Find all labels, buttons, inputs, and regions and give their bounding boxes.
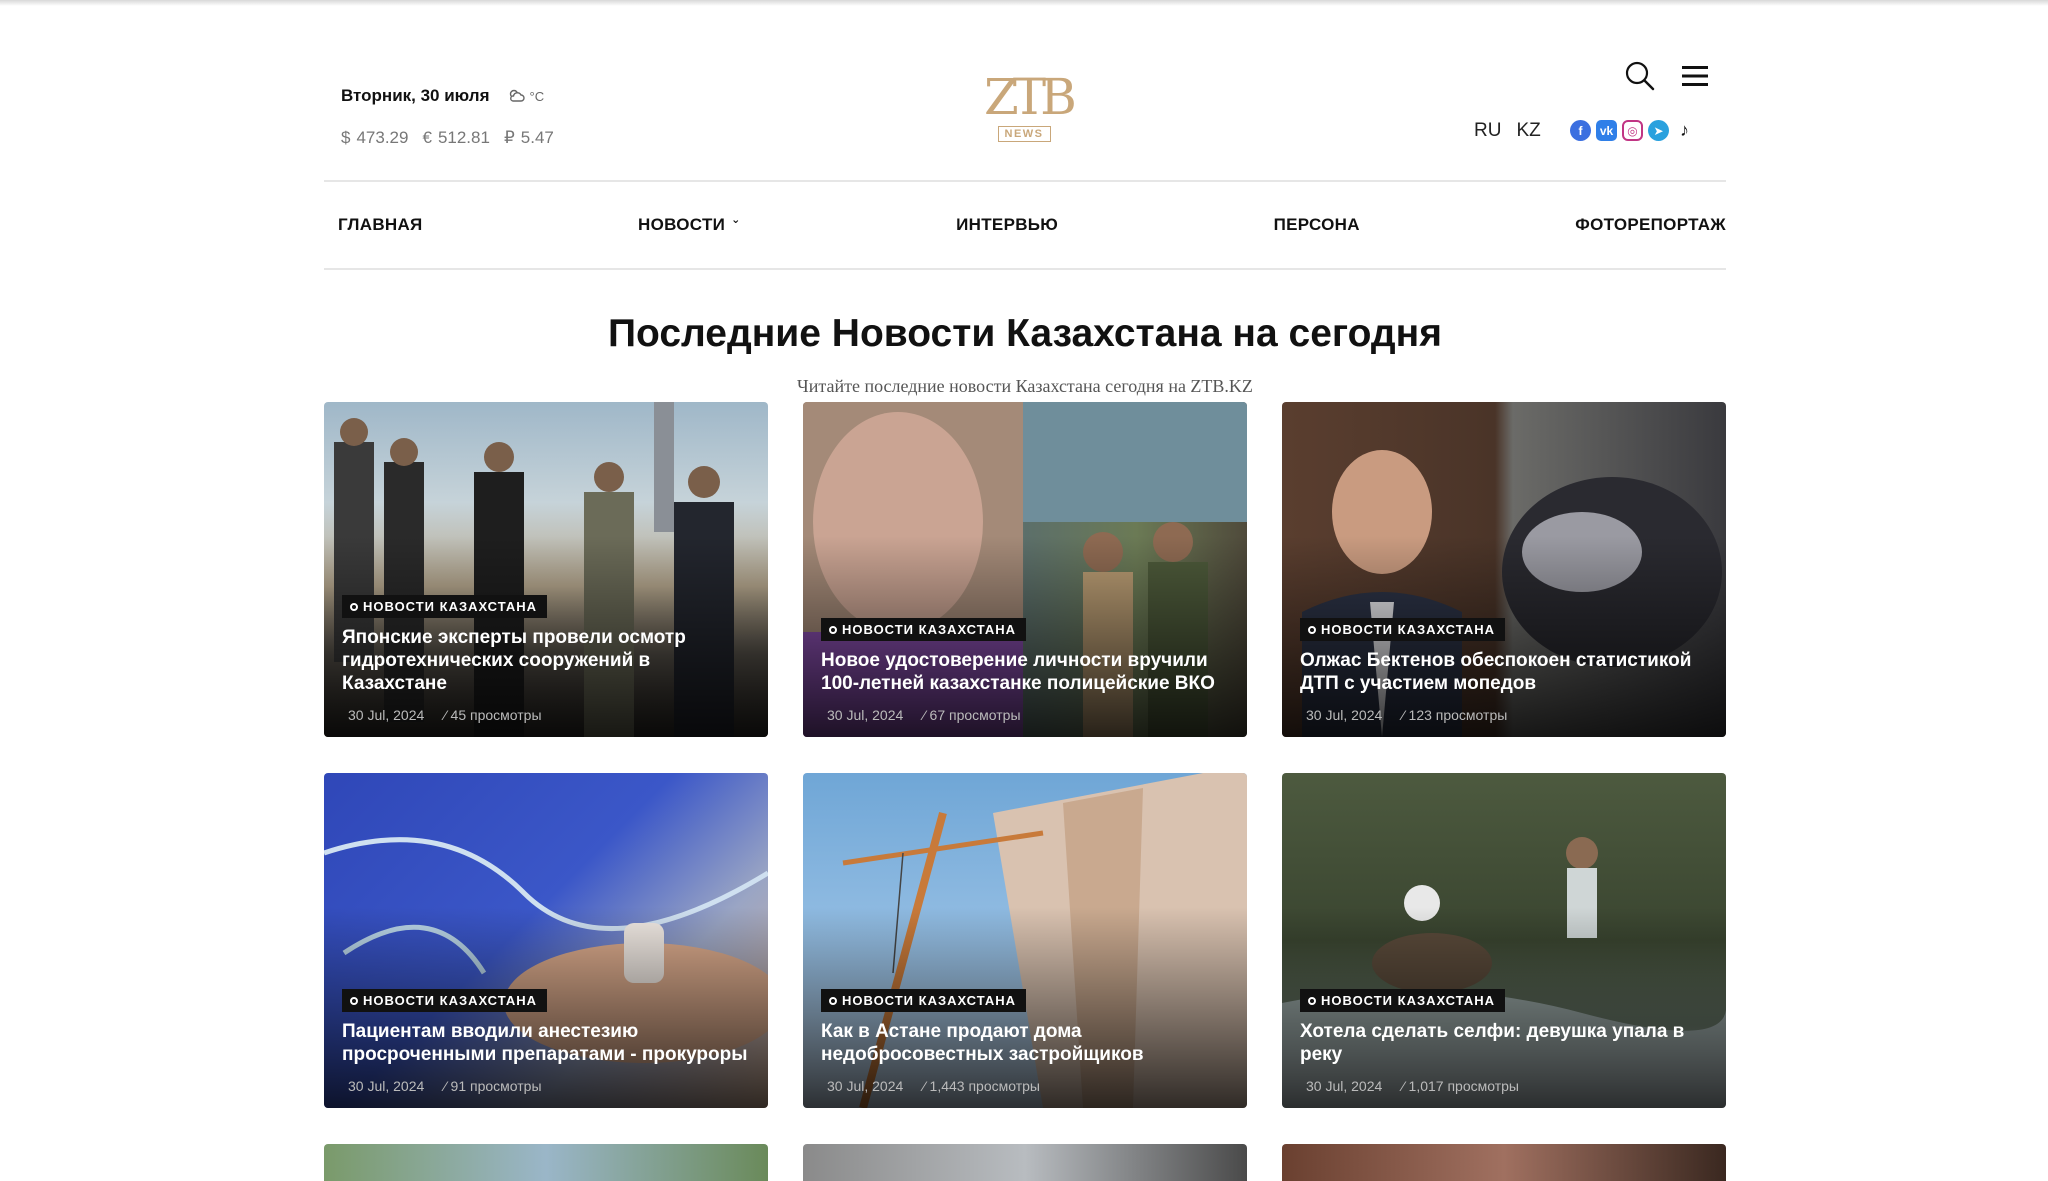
social-links: f vk ◎ ➤ ♪ [1570, 120, 1695, 141]
lang-ru[interactable]: RU [1474, 120, 1501, 142]
card-title[interactable]: Новое удостоверение личности вручили 100… [821, 649, 1229, 695]
card-meta: 30 Jul, 2024 ⁄ 1,443 просмотры [821, 1078, 1229, 1094]
header-actions [1624, 60, 1710, 97]
logo-mark: ZTB [984, 68, 1077, 126]
category-badge[interactable]: НОВОСТИ КАЗАХСТАНА [342, 989, 548, 1012]
category-badge[interactable]: НОВОСТИ КАЗАХСТАНА [342, 595, 548, 618]
card-date: 30 Jul, 2024 [348, 1078, 425, 1094]
news-card[interactable]: НОВОСТИ КАЗАХСТАНА Как в Астане продают … [803, 773, 1247, 1108]
card-views: ⁄ 91 просмотры [444, 1078, 542, 1094]
card-title[interactable]: Хотела сделать селфи: девушка упала в ре… [1300, 1020, 1708, 1066]
card-views: ⁄ 67 просмотры [923, 707, 1021, 723]
weather-widget: °C [508, 88, 545, 104]
card-date: 30 Jul, 2024 [1306, 707, 1383, 723]
chevron-down-icon: ⌄ [731, 213, 741, 226]
circle-icon [1308, 625, 1316, 634]
nav-item-photoreport[interactable]: ФОТОРЕПОРТАЖ [1575, 215, 1726, 235]
news-card-partial[interactable] [803, 1144, 1247, 1181]
telegram-icon[interactable]: ➤ [1648, 120, 1669, 141]
card-info: НОВОСТИ КАЗАХСТАНА Японские эксперты про… [342, 595, 750, 723]
currency-rates: $473.29 €512.81 ₽5.47 [341, 128, 554, 148]
card-meta: 30 Jul, 2024 ⁄ 1,017 просмотры [1300, 1078, 1708, 1094]
logo-sub: NEWS [997, 126, 1051, 142]
news-card-partial[interactable] [324, 1144, 768, 1181]
news-card[interactable]: НОВОСТИ КАЗАХСТАНА Пациентам вводили ане… [324, 773, 768, 1108]
card-info: НОВОСТИ КАЗАХСТАНА Как в Астане продают … [821, 989, 1229, 1094]
category-badge[interactable]: НОВОСТИ КАЗАХСТАНА [1300, 618, 1506, 641]
card-meta: 30 Jul, 2024 ⁄ 123 просмотры [1300, 707, 1708, 723]
current-date: Вторник, 30 июля [341, 86, 490, 105]
circle-icon [1308, 996, 1316, 1005]
menu-icon[interactable] [1680, 63, 1710, 94]
page-subtitle: Читайте последние новости Казахстана сег… [797, 376, 1253, 396]
card-info: НОВОСТИ КАЗАХСТАНА Олжас Бектенов обеспо… [1300, 618, 1708, 723]
card-title[interactable]: Как в Астане продают дома недобросовестн… [821, 1020, 1229, 1066]
card-date: 30 Jul, 2024 [348, 707, 425, 723]
search-icon[interactable] [1624, 60, 1656, 97]
card-views: ⁄ 1,017 просмотры [1402, 1078, 1519, 1094]
card-title[interactable]: Олжас Бектенов обеспокоен статистикой ДТ… [1300, 649, 1708, 695]
news-card[interactable]: НОВОСТИ КАЗАХСТАНА Олжас Бектенов обеспо… [1282, 402, 1726, 737]
card-views: ⁄ 1,443 просмотры [923, 1078, 1040, 1094]
card-title[interactable]: Пациентам вводили анестезию просроченным… [342, 1020, 750, 1066]
card-date: 30 Jul, 2024 [827, 1078, 904, 1094]
rate-eur: €512.81 [422, 128, 490, 147]
card-meta: 30 Jul, 2024 ⁄ 91 просмотры [342, 1078, 750, 1094]
page-container: Вторник, 30 июля °C $473.29 €512.81 ₽5.4… [324, 0, 1726, 1181]
circle-icon [829, 625, 837, 634]
weather-unit: °C [529, 88, 545, 104]
nav-item-news[interactable]: НОВОСТИ ⌄ [638, 213, 741, 235]
card-info: НОВОСТИ КАЗАХСТАНА Новое удостоверение л… [821, 618, 1229, 723]
category-badge[interactable]: НОВОСТИ КАЗАХСТАНА [821, 618, 1027, 641]
header-date: Вторник, 30 июля °C [341, 86, 544, 106]
instagram-icon[interactable]: ◎ [1622, 120, 1643, 141]
facebook-icon[interactable]: f [1570, 120, 1591, 141]
language-switcher: RU KZ [1474, 120, 1541, 142]
nav-divider [324, 268, 1726, 270]
news-card[interactable]: НОВОСТИ КАЗАХСТАНА Новое удостоверение л… [803, 402, 1247, 737]
card-title[interactable]: Японские эксперты провели осмотр гидроте… [342, 626, 750, 695]
category-badge[interactable]: НОВОСТИ КАЗАХСТАНА [821, 989, 1027, 1012]
nav-item-home[interactable]: ГЛАВНАЯ [338, 215, 423, 235]
vk-icon[interactable]: vk [1596, 120, 1617, 141]
circle-icon [350, 996, 358, 1005]
main-nav: ГЛАВНАЯ НОВОСТИ ⌄ ИНТЕРВЬЮ ПЕРСОНА ФОТОРЕ… [324, 182, 1726, 268]
news-card[interactable]: НОВОСТИ КАЗАХСТАНА Хотела сделать селфи:… [1282, 773, 1726, 1108]
tiktok-icon[interactable]: ♪ [1674, 120, 1695, 141]
rate-usd: $473.29 [341, 128, 409, 147]
circle-icon [350, 602, 358, 611]
card-info: НОВОСТИ КАЗАХСТАНА Хотела сделать селфи:… [1300, 989, 1708, 1094]
nav-item-persona[interactable]: ПЕРСОНА [1274, 215, 1360, 235]
card-info: НОВОСТИ КАЗАХСТАНА Пациентам вводили ане… [342, 989, 750, 1094]
page-title: Последние Новости Казахстана на сегодня [607, 312, 1442, 355]
circle-icon [829, 996, 837, 1005]
weather-cloud-icon [509, 89, 525, 102]
news-card[interactable]: НОВОСТИ КАЗАХСТАНА Японские эксперты про… [324, 402, 768, 737]
nav-item-interview[interactable]: ИНТЕРВЬЮ [956, 215, 1058, 235]
news-card-partial[interactable] [1282, 1144, 1726, 1181]
card-views: ⁄ 45 просмотры [444, 707, 542, 723]
card-meta: 30 Jul, 2024 ⁄ 67 просмотры [821, 707, 1229, 723]
card-meta: 30 Jul, 2024 ⁄ 45 просмотры [342, 707, 750, 723]
site-logo[interactable]: ZTB NEWS [984, 68, 1077, 146]
card-date: 30 Jul, 2024 [1306, 1078, 1383, 1094]
card-date: 30 Jul, 2024 [827, 707, 904, 723]
category-badge[interactable]: НОВОСТИ КАЗАХСТАНА [1300, 989, 1506, 1012]
rate-rub: ₽5.47 [503, 128, 554, 147]
lang-kz[interactable]: KZ [1516, 120, 1540, 142]
card-views: ⁄ 123 просмотры [1402, 707, 1508, 723]
